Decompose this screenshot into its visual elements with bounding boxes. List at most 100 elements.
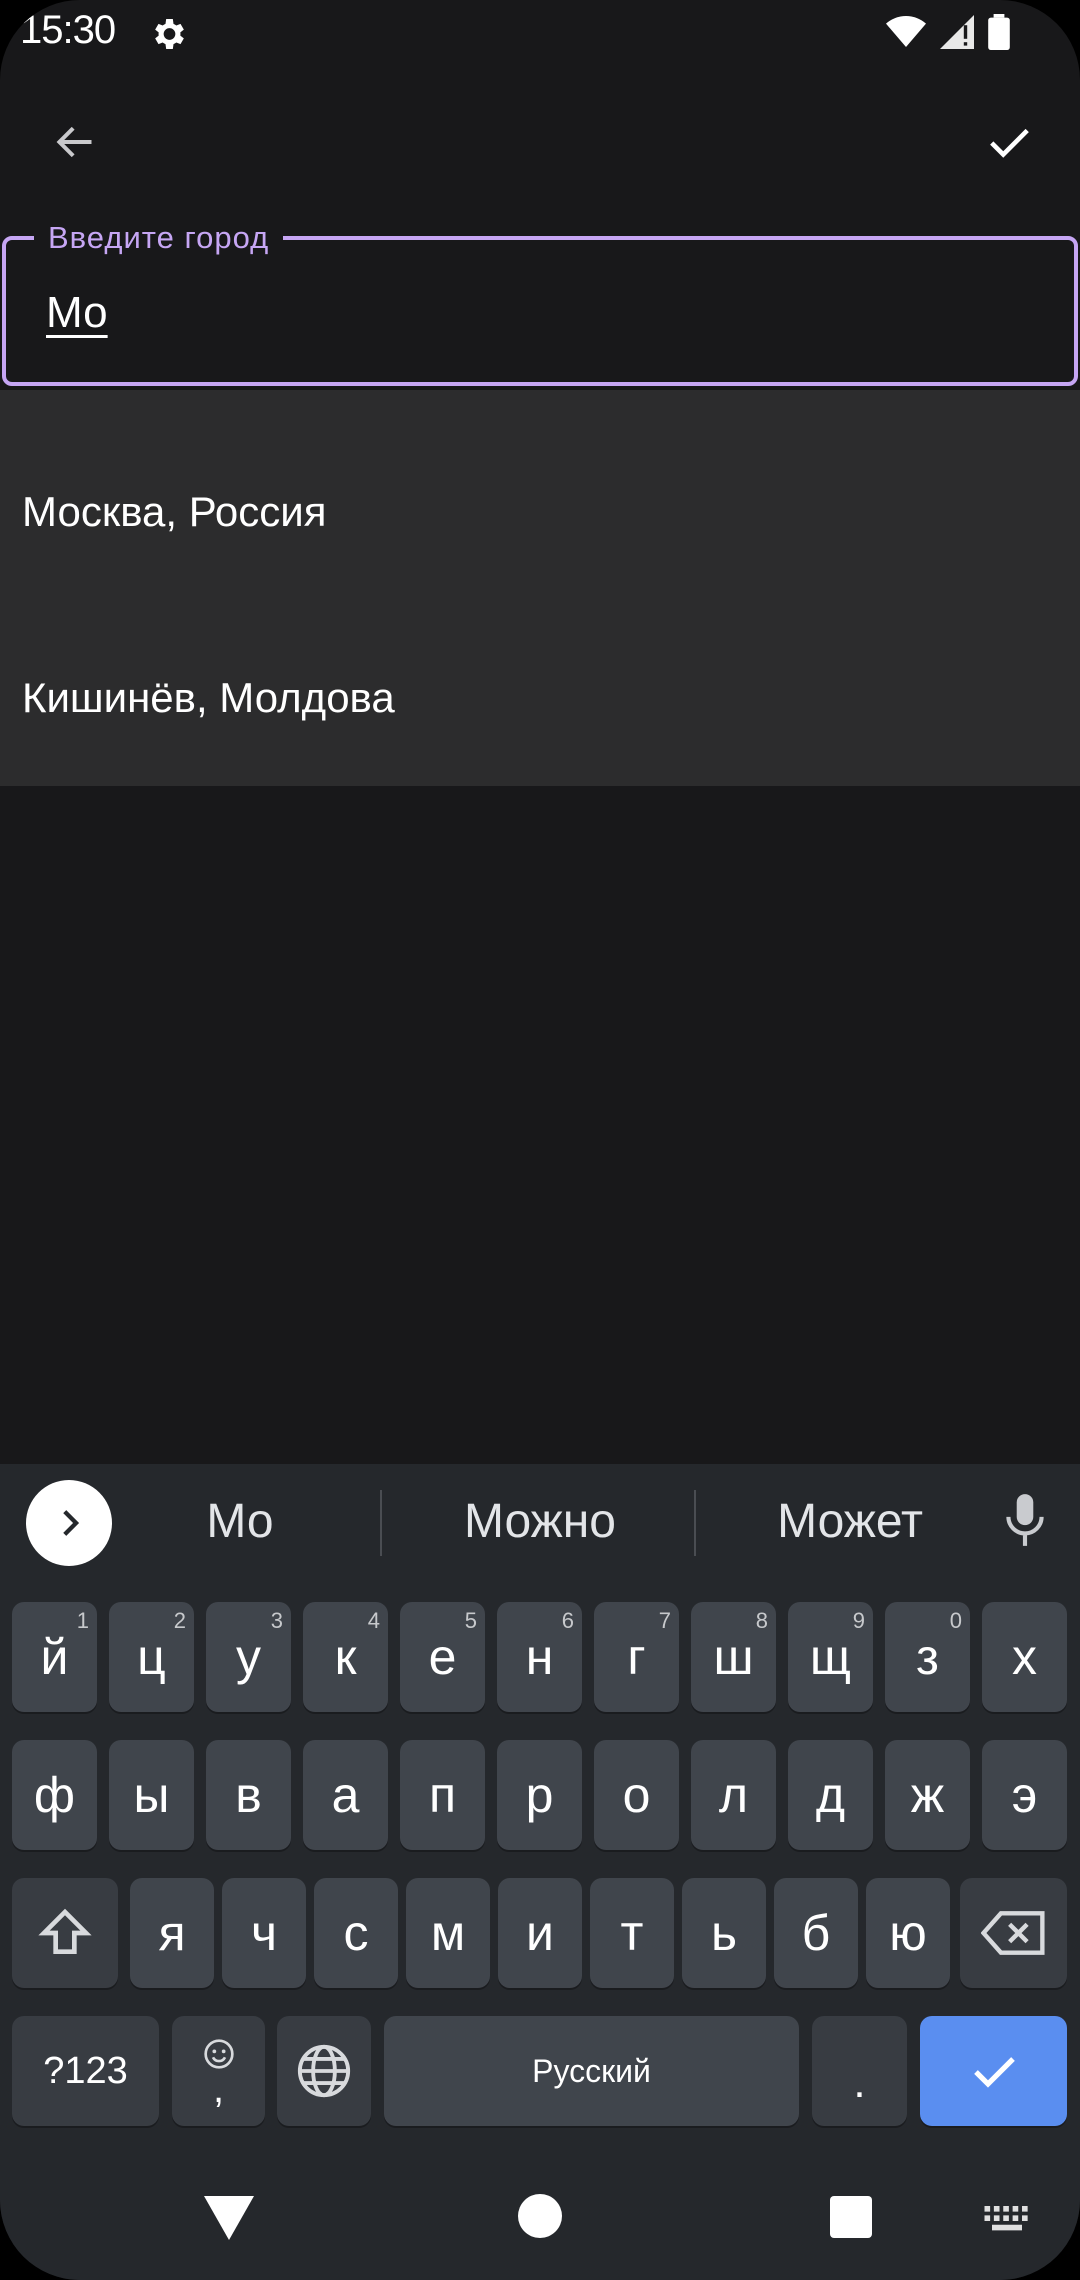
key[interactable]: н6 [497, 1602, 582, 1712]
battery-icon [988, 13, 1010, 55]
city-input-label: Введите город [34, 220, 284, 256]
key-label: щ [809, 1629, 852, 1685]
key-hint: 8 [755, 1608, 768, 1633]
city-input-value[interactable]: Мо [46, 288, 108, 338]
key-hint: 3 [270, 1608, 283, 1633]
backspace-icon [980, 1911, 1045, 1955]
wifi-icon [886, 15, 926, 54]
microphone-icon[interactable] [998, 1488, 1052, 1554]
key-label: к [334, 1629, 357, 1685]
key[interactable]: л [691, 1740, 776, 1850]
key-label: н [525, 1629, 554, 1685]
period-key[interactable]: . [812, 2016, 907, 2126]
check-icon [973, 2057, 1015, 2088]
space-key[interactable]: Русский [384, 2016, 799, 2126]
shift-key[interactable] [12, 1878, 118, 1988]
key[interactable]: е5 [400, 1602, 485, 1712]
suggestion-divider [694, 1490, 696, 1556]
key-hint: 1 [76, 1608, 89, 1633]
key[interactable]: г7 [594, 1602, 679, 1712]
navigation-bar [0, 2160, 1080, 2280]
shift-icon [38, 1908, 92, 1954]
keyboard-expand-button[interactable] [26, 1480, 112, 1566]
key[interactable]: ь [682, 1878, 766, 1988]
key[interactable]: р [497, 1740, 582, 1850]
key-label: й [40, 1629, 69, 1685]
key-label: х [1012, 1629, 1037, 1685]
status-bar: 15:30 [0, 0, 1080, 66]
comma-label: , [212, 2067, 225, 2111]
key[interactable]: й1 [12, 1602, 97, 1712]
key[interactable]: ш8 [691, 1602, 776, 1712]
symbols-key[interactable]: ?123 [12, 2016, 159, 2126]
key[interactable]: и [498, 1878, 582, 1988]
key[interactable]: ч [222, 1878, 306, 1988]
enter-key[interactable] [920, 2016, 1067, 2126]
key[interactable]: ц2 [109, 1602, 194, 1712]
language-key[interactable] [277, 2016, 371, 2126]
chevron-right-icon [63, 1510, 80, 1536]
suggestion-item[interactable]: Кишинёв, Молдова [0, 610, 1080, 786]
app-bar [0, 90, 1080, 194]
cell-signal-icon [940, 14, 974, 54]
emoji-comma-key[interactable]: , [172, 2016, 265, 2126]
back-triangle-icon[interactable] [204, 2196, 254, 2245]
settings-gear-icon [148, 14, 188, 54]
key-hint: 9 [852, 1608, 865, 1633]
key[interactable]: я [130, 1878, 214, 1988]
key[interactable]: т [590, 1878, 674, 1988]
key[interactable]: ы [109, 1740, 194, 1850]
word-suggestion[interactable]: Может [720, 1494, 980, 1549]
key-label: е [428, 1629, 457, 1685]
home-circle-icon[interactable] [518, 2194, 562, 2243]
back-button[interactable] [40, 112, 110, 172]
confirm-button[interactable] [974, 112, 1044, 172]
recents-square-icon[interactable] [830, 2196, 872, 2243]
key-label: ш [713, 1629, 754, 1685]
key[interactable]: у3 [206, 1602, 291, 1712]
key-label: ц [137, 1629, 166, 1685]
key-hint: 5 [464, 1608, 477, 1633]
key[interactable]: э [982, 1740, 1067, 1850]
key-hint: 4 [367, 1608, 380, 1633]
word-suggestion[interactable]: Можно [410, 1494, 670, 1549]
status-icons [886, 13, 1010, 55]
key-hint: 0 [949, 1608, 962, 1633]
key[interactable]: д [788, 1740, 873, 1850]
key[interactable]: п [400, 1740, 485, 1850]
emoji-icon [203, 2039, 234, 2069]
key[interactable]: к4 [303, 1602, 388, 1712]
key[interactable]: х [982, 1602, 1067, 1712]
status-time: 15:30 [20, 8, 116, 52]
phone-screen: 15:30 Введите город Мо Мо с ква, Россия Ки… [0, 0, 1080, 2280]
globe-icon [297, 2044, 351, 2098]
city-suggestions-dropdown: Москва, Россия Кишинёв, Молдова [0, 390, 1080, 786]
key[interactable]: в [206, 1740, 291, 1850]
key[interactable]: о [594, 1740, 679, 1850]
key-hint: 7 [658, 1608, 671, 1633]
key[interactable]: а [303, 1740, 388, 1850]
key[interactable]: щ9 [788, 1602, 873, 1712]
suggestion-item[interactable]: Москва, Россия [0, 390, 1080, 610]
key[interactable]: ф [12, 1740, 97, 1850]
key-label: у [236, 1629, 261, 1685]
key-hint: 6 [561, 1608, 574, 1633]
city-input[interactable]: Введите город Мо [2, 220, 1078, 386]
keyboard-suggestion-strip: Мо Можно Может [0, 1464, 1080, 1582]
key-label: з [916, 1629, 939, 1685]
key[interactable]: б [774, 1878, 858, 1988]
key[interactable]: ж [885, 1740, 970, 1850]
key[interactable]: м [406, 1878, 490, 1988]
word-suggestion[interactable]: Мо [140, 1494, 340, 1549]
suggestion-divider [380, 1490, 382, 1556]
check-icon [990, 128, 1029, 158]
key[interactable]: с [314, 1878, 398, 1988]
arrow-back-icon [56, 126, 92, 158]
soft-keyboard: Мо Можно Может й1 ц2 у3 к4 е5 н6 г7 ш8 щ… [0, 1464, 1080, 2280]
key[interactable]: з0 [885, 1602, 970, 1712]
backspace-key[interactable] [960, 1878, 1067, 1988]
key-hint: 2 [173, 1608, 186, 1633]
keyboard-switch-icon[interactable] [984, 2206, 1030, 2241]
key-label: г [627, 1629, 646, 1685]
key[interactable]: ю [866, 1878, 950, 1988]
